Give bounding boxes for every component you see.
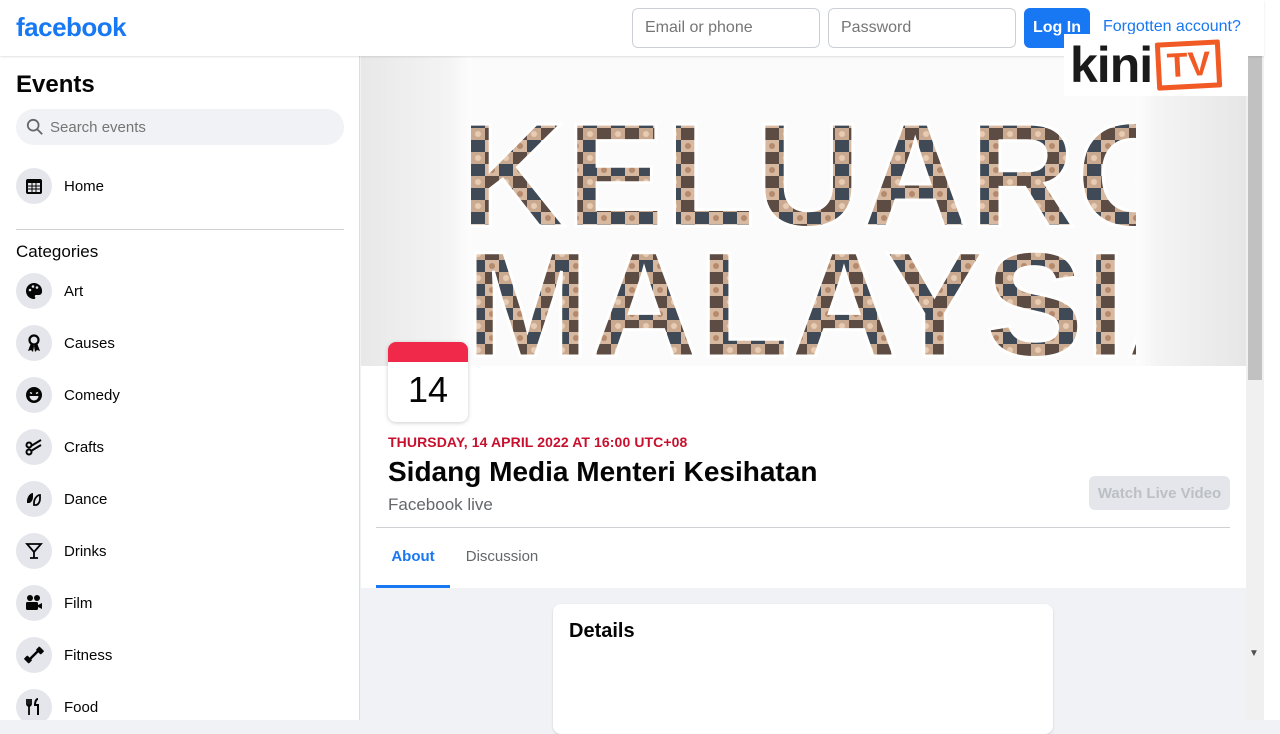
- event-title: Sidang Media Menteri Kesihatan: [388, 456, 818, 487]
- sidebar-item-comedy[interactable]: Comedy: [16, 377, 336, 413]
- sidebar-item-label: Fitness: [64, 646, 113, 664]
- sidebar-item-film[interactable]: Film: [16, 585, 336, 621]
- sidebar-item-label: Film: [64, 594, 93, 612]
- dumbbell-icon: [16, 637, 52, 673]
- search-icon: [26, 118, 43, 135]
- events-sidebar: Events Home Categories Art Causes Comedy…: [0, 56, 360, 720]
- kini-logo-text: kini: [1070, 37, 1153, 93]
- password-field[interactable]: [828, 8, 1016, 48]
- scissors-icon: [16, 429, 52, 465]
- event-datetime: THURSDAY, 14 APRIL 2022 AT 16:00 UTC+08: [388, 434, 688, 450]
- watch-live-video-button[interactable]: Watch Live Video: [1089, 476, 1230, 510]
- cocktail-icon: [16, 533, 52, 569]
- kini-logo-tv: TV: [1154, 39, 1223, 91]
- sidebar-item-label: Art: [64, 282, 84, 300]
- search-box[interactable]: [16, 109, 344, 145]
- categories-heading: Categories: [16, 242, 99, 261]
- ribbon-icon: [16, 325, 52, 361]
- sidebar-item-label: Causes: [64, 334, 115, 352]
- sidebar-item-dance[interactable]: Dance: [16, 481, 336, 517]
- scrollbar-thumb[interactable]: [1248, 56, 1262, 380]
- window-edge: [1264, 0, 1280, 720]
- sidebar-item-food[interactable]: Food: [16, 689, 336, 720]
- facebook-logo[interactable]: facebook: [16, 12, 127, 43]
- dance-shoes-icon: [16, 481, 52, 517]
- sidebar-item-label: Crafts: [64, 438, 105, 456]
- details-card: Details: [553, 604, 1053, 734]
- sidebar-divider: [16, 229, 344, 230]
- event-cover-image[interactable]: KELUARG MALAYSIA: [471, 56, 1136, 366]
- sidebar-item-art[interactable]: Art: [16, 273, 336, 309]
- email-field[interactable]: [632, 8, 820, 48]
- laugh-icon: [16, 377, 52, 413]
- event-date-badge: 14: [388, 342, 468, 422]
- film-camera-icon: [16, 585, 52, 621]
- sidebar-item-label: Drinks: [64, 542, 107, 560]
- date-badge-header: [388, 342, 468, 362]
- sidebar-item-label: Food: [64, 698, 99, 716]
- calendar-icon: [16, 168, 52, 204]
- sidebar-item-causes[interactable]: Causes: [16, 325, 336, 361]
- tab-discussion[interactable]: Discussion: [458, 528, 546, 588]
- event-main: KELUARG MALAYSIA 14 THURSDAY, 14 APRIL 2…: [361, 56, 1246, 734]
- sidebar-item-fitness[interactable]: Fitness: [16, 637, 336, 673]
- sidebar-item-drinks[interactable]: Drinks: [16, 533, 336, 569]
- kinitv-watermark: kini TV: [1064, 34, 1248, 96]
- sidebar-item-label: Comedy: [64, 386, 120, 404]
- sidebar-title: Events: [16, 71, 95, 98]
- cover-collage: KELUARG MALAYSIA: [471, 56, 1136, 366]
- utensils-icon: [16, 689, 52, 720]
- event-day: 14: [407, 369, 449, 410]
- scroll-down-arrow-icon[interactable]: ▼: [1249, 648, 1259, 659]
- event-location: Facebook live: [388, 495, 493, 514]
- sidebar-item-home[interactable]: Home: [16, 168, 336, 204]
- palette-icon: [16, 273, 52, 309]
- sidebar-item-label: Home: [64, 177, 105, 195]
- sidebar-item-crafts[interactable]: Crafts: [16, 429, 336, 465]
- sidebar-item-label: Dance: [64, 490, 108, 508]
- tab-about[interactable]: About: [376, 528, 450, 588]
- svg-text:MALAYSIA: MALAYSIA: [471, 220, 1136, 366]
- event-header: KELUARG MALAYSIA 14 THURSDAY, 14 APRIL 2…: [361, 56, 1246, 588]
- search-input[interactable]: [50, 118, 330, 136]
- details-heading: Details: [569, 620, 635, 642]
